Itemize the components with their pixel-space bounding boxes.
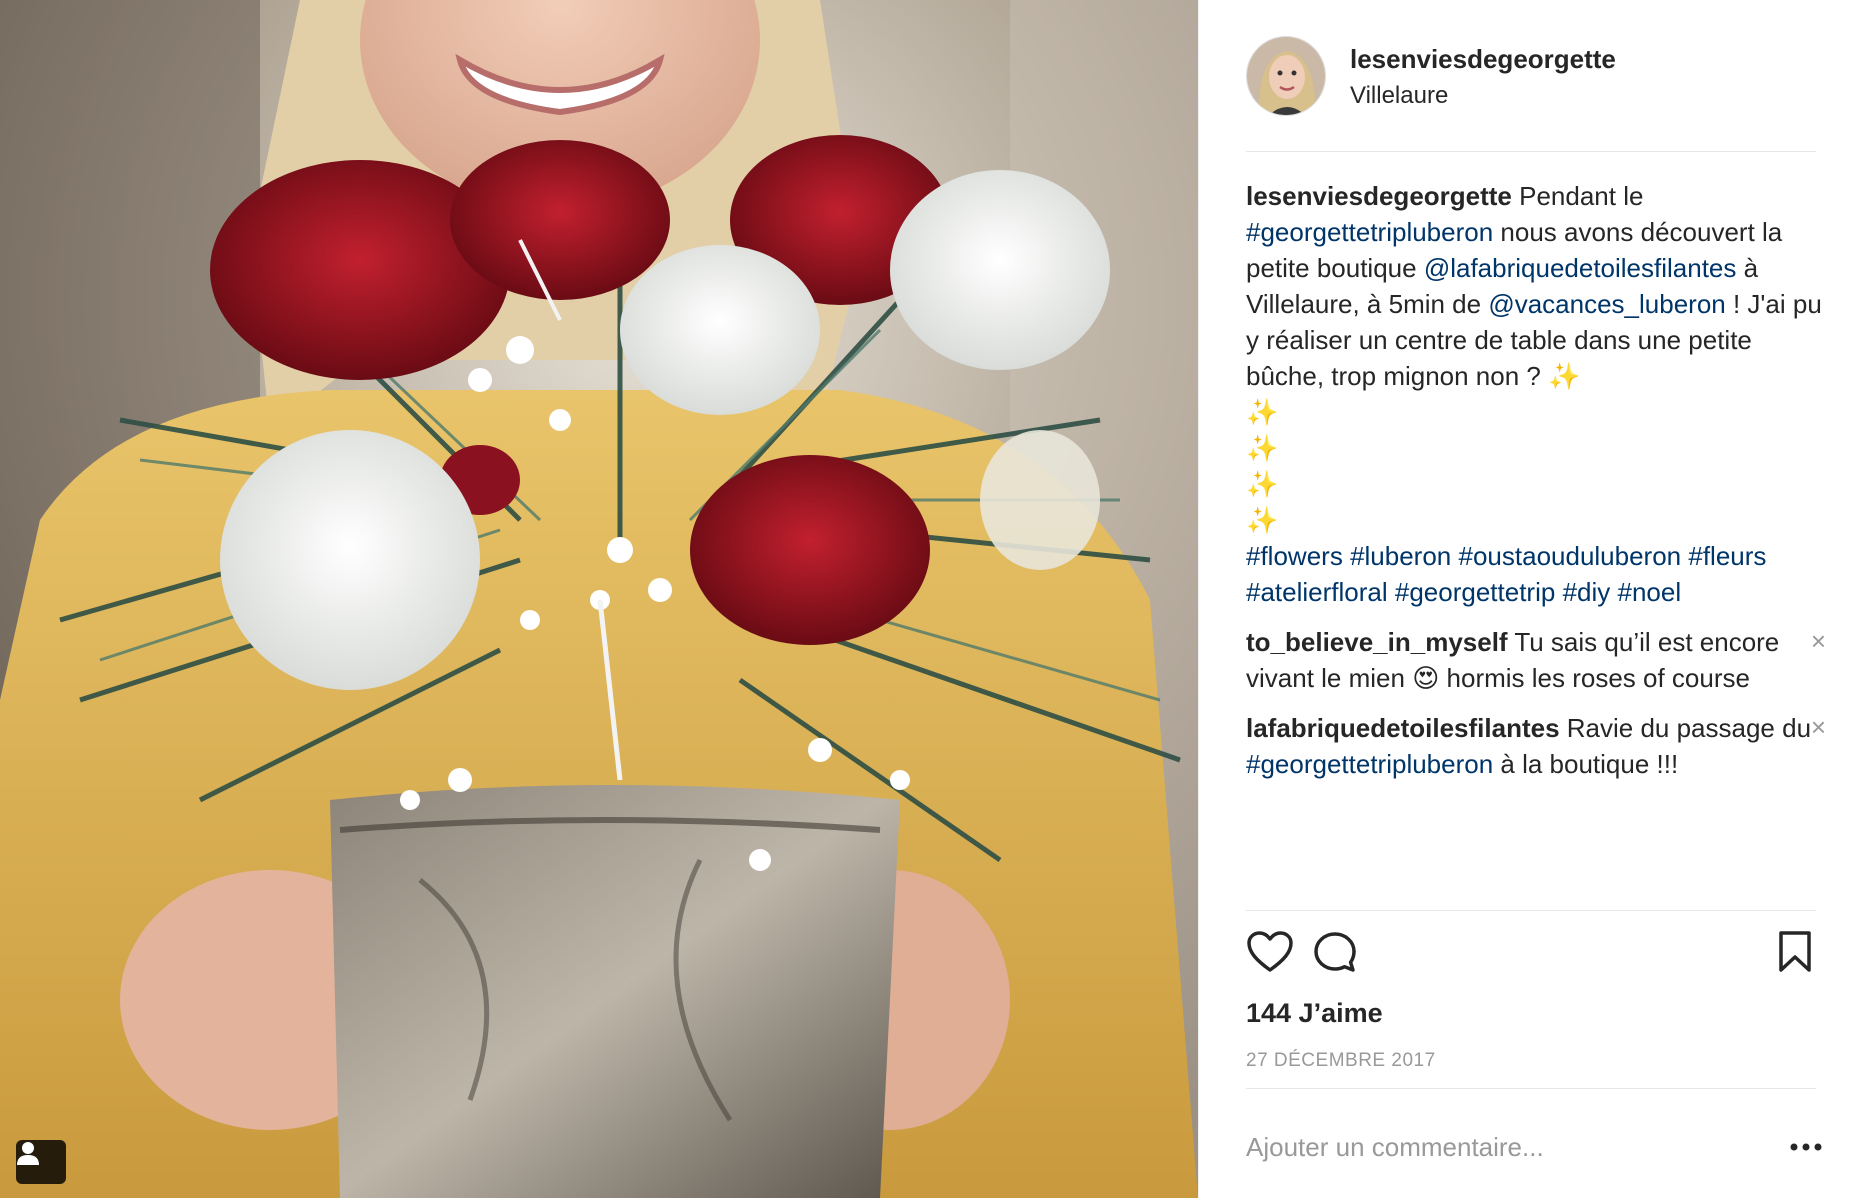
comment-bubble-icon <box>1314 932 1356 972</box>
sparkle-emoji: ✨ <box>1246 505 1279 535</box>
instagram-post-view: lesenviesdegeorgette Villelaure lesenvie… <box>0 0 1864 1198</box>
more-options-button[interactable] <box>1789 1132 1823 1162</box>
caption-hashtag[interactable]: #luberon <box>1350 541 1451 571</box>
caption-hashtag[interactable]: #oustaouduluberon <box>1459 541 1682 571</box>
sparkle-emoji: ✨ <box>1246 469 1279 499</box>
comment-username[interactable]: lafabriquedetoilesfilantes <box>1246 713 1560 743</box>
post-photo[interactable] <box>0 0 1198 1198</box>
comment-hashtag[interactable]: #georgettetripluberon <box>1246 749 1493 779</box>
bouquet-illustration <box>0 0 1198 1198</box>
divider <box>1246 1088 1816 1089</box>
comments-section: lesenviesdegeorgette Pendant le #georget… <box>1246 178 1826 910</box>
post-caption: lesenviesdegeorgette Pendant le #georget… <box>1246 178 1826 610</box>
avatar-image <box>1247 37 1325 115</box>
comment-text: Ravie du passage du <box>1559 713 1812 743</box>
post-side-panel: lesenviesdegeorgette Villelaure lesenvie… <box>1198 0 1864 1198</box>
divider <box>1246 910 1816 911</box>
user-tag-icon <box>17 1142 39 1165</box>
comment-item: to_believe_in_myself Tu sais qu’il est e… <box>1246 624 1826 696</box>
add-comment-input[interactable] <box>1246 1124 1746 1170</box>
caption-hashtag[interactable]: #diy <box>1563 577 1611 607</box>
more-options-icon <box>1790 1143 1822 1151</box>
heart-eyes-emoji: 😍 <box>1412 663 1440 693</box>
caption-hashtag[interactable]: #fleurs <box>1688 541 1766 571</box>
caption-text: Pendant le <box>1511 181 1644 211</box>
caption-hashtag[interactable]: #flowers <box>1246 541 1343 571</box>
comment-item: lafabriquedetoilesfilantes Ravie du pass… <box>1246 710 1826 782</box>
caption-hashtag[interactable]: #noel <box>1618 577 1682 607</box>
comment-username[interactable]: to_believe_in_myself <box>1246 627 1508 657</box>
comment-button[interactable] <box>1312 930 1358 981</box>
like-count[interactable]: 144 J’aime <box>1246 998 1383 1029</box>
comment-text: à la boutique !!! <box>1493 749 1679 779</box>
post-date[interactable]: 27 DÉCEMBRE 2017 <box>1246 1050 1436 1072</box>
user-tag-button[interactable] <box>16 1140 66 1184</box>
save-button[interactable] <box>1776 930 1814 979</box>
caption-mention[interactable]: @lafabriquedetoilesfilantes <box>1424 253 1737 283</box>
like-button[interactable] <box>1246 930 1294 979</box>
comment-text: hormis les roses of course <box>1439 663 1750 693</box>
avatar[interactable] <box>1246 36 1326 116</box>
caption-mention[interactable]: @vacances_luberon <box>1488 289 1725 319</box>
header-username[interactable]: lesenviesdegeorgette <box>1350 44 1616 75</box>
sparkle-emoji: ✨ <box>1246 433 1279 463</box>
close-icon[interactable]: × <box>1811 712 1826 742</box>
caption-username[interactable]: lesenviesdegeorgette <box>1246 181 1512 211</box>
bookmark-icon <box>1779 931 1811 972</box>
caption-hashtag[interactable]: #atelierfloral <box>1246 577 1388 607</box>
sparkle-emoji: ✨ <box>1246 397 1279 427</box>
post-header: lesenviesdegeorgette Villelaure <box>1246 36 1816 152</box>
action-bar <box>1246 930 1816 986</box>
sparkle-emoji: ✨ <box>1548 361 1581 391</box>
caption-hashtag[interactable]: #georgettetrip <box>1395 577 1555 607</box>
heart-icon <box>1247 931 1293 972</box>
caption-hashtag[interactable]: #georgettetripluberon <box>1246 217 1493 247</box>
header-location[interactable]: Villelaure <box>1350 82 1448 110</box>
close-icon[interactable]: × <box>1811 626 1826 656</box>
